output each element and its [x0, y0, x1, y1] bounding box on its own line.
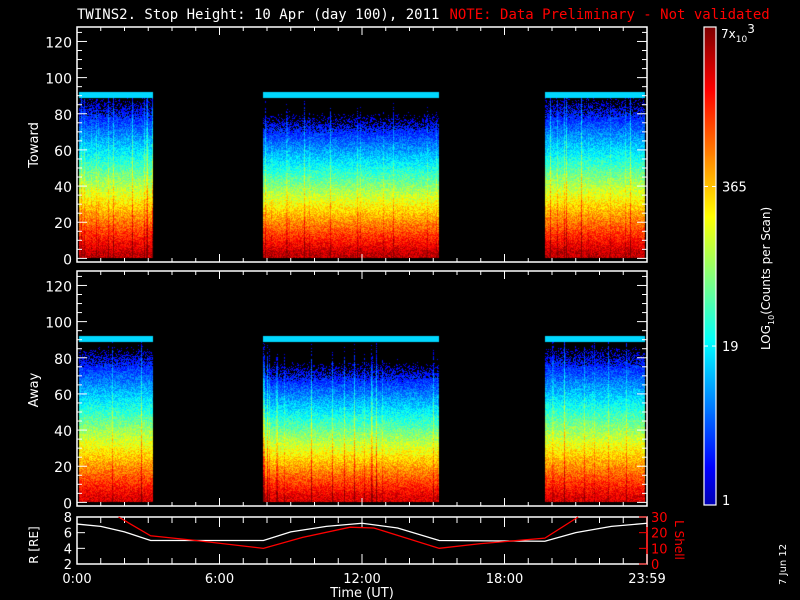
y-tick-label: 60 — [54, 388, 72, 404]
x-tick-label: 23:59 — [628, 572, 665, 587]
twins-spectrogram-figure: 0 20 40 60 80 100 120 0 20 40 60 80 100 120 2 4 6 8 0 10 20 3… — [0, 0, 800, 600]
lshell-tick-label: 20 — [651, 527, 668, 542]
axes-layer: 0204060801001200204060801001202468010203… — [27, 22, 789, 600]
colorbar-frame — [703, 26, 717, 506]
y-tick-label: 20 — [54, 460, 72, 476]
lshell-axis-label: L Shell — [672, 520, 686, 560]
colorbar-label: LOG10(Counts per Scan) — [759, 207, 776, 350]
panel1-frame — [76, 26, 648, 263]
r-axis-label: R [RE] — [27, 526, 41, 563]
lshell-tick-label: 0 — [651, 558, 659, 573]
y-tick-label: 60 — [54, 144, 72, 160]
panel2-frame — [76, 270, 648, 507]
colorbar-max-label: 7x103 — [721, 22, 755, 45]
r-tick-label: 6 — [64, 527, 72, 542]
x-tick-label: 18:00 — [486, 572, 523, 587]
lshell-tick-label: 30 — [651, 511, 668, 526]
y-tick-label: 100 — [45, 316, 72, 332]
colorbar-tick-label: 365 — [722, 180, 747, 195]
date-stamp: 7 Jun 12 — [778, 544, 789, 585]
y-tick-label: 80 — [54, 108, 72, 124]
y-tick-label: 20 — [54, 216, 72, 232]
lshell-line — [118, 516, 579, 549]
x-tick-label: 6:00 — [205, 572, 234, 587]
preliminary-note: NOTE: Data Preliminary - Not validated — [449, 7, 770, 23]
y-tick-label: 120 — [45, 35, 72, 51]
r-tick-label: 2 — [64, 558, 72, 573]
colorbar-tick-label: 1 — [722, 494, 730, 509]
x-axis-label: Time (UT) — [329, 586, 394, 600]
r-tick-label: 4 — [64, 542, 72, 557]
title-text: TWINS2. Stop Height: 10 Apr (day 100), 2… — [77, 7, 440, 23]
y-tick-label: 40 — [54, 424, 72, 440]
y-tick-label: 0 — [63, 252, 72, 268]
r-tick-label: 8 — [64, 511, 72, 526]
figure-title: TWINS2. Stop Height: 10 Apr (day 100), 2… — [77, 7, 770, 23]
lshell-tick-label: 10 — [651, 542, 668, 557]
y-tick-label: 80 — [54, 352, 72, 368]
colorbar-tick-label: 19 — [722, 340, 739, 355]
y-tick-label: 0 — [63, 496, 72, 512]
y-tick-label: 40 — [54, 180, 72, 196]
y-tick-label: 100 — [45, 72, 72, 88]
x-tick-label: 0:00 — [62, 572, 91, 587]
panel1-ylabel: Toward — [27, 122, 42, 169]
y-tick-label: 120 — [45, 279, 72, 295]
x-tick-label: 12:00 — [343, 572, 380, 587]
panel2-ylabel: Away — [27, 372, 42, 407]
